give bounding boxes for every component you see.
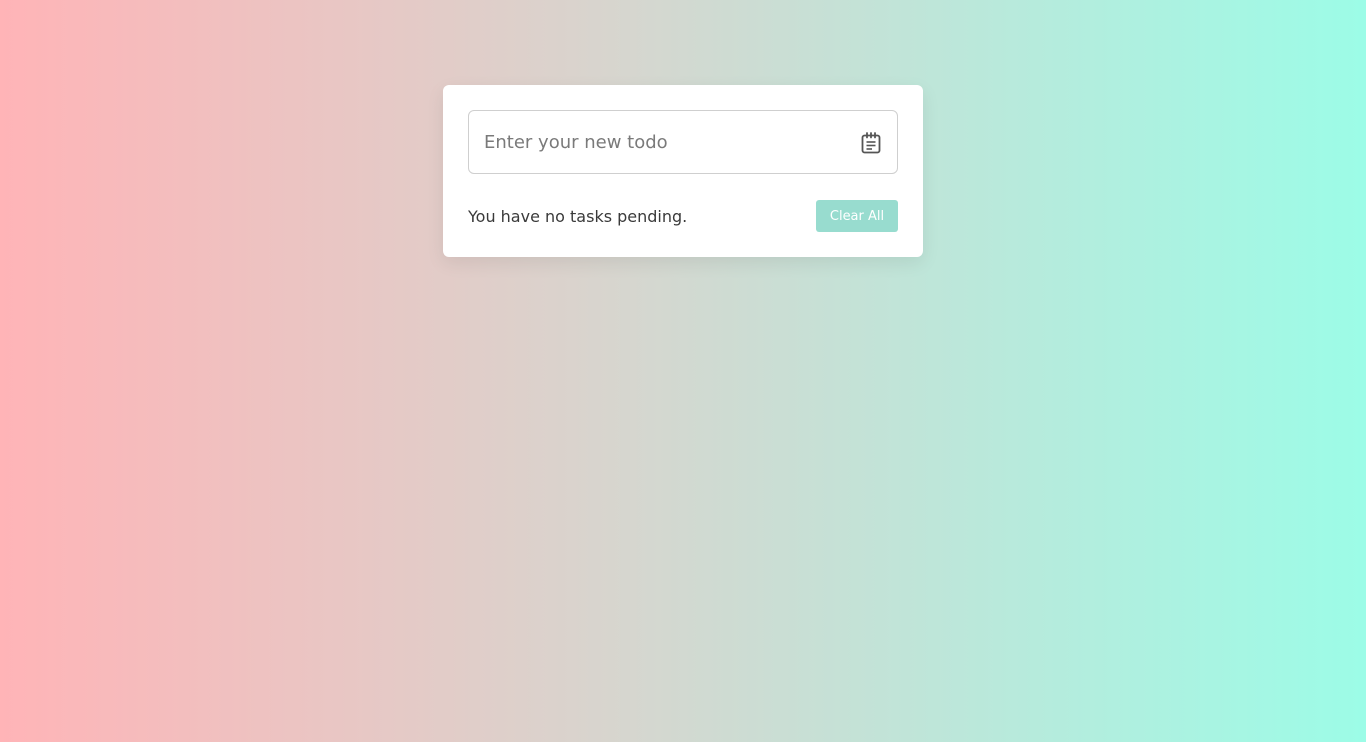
todo-input[interactable] [469, 112, 844, 172]
clear-all-button[interactable]: Clear All [816, 200, 898, 232]
pending-status-text: You have no tasks pending. [468, 206, 688, 226]
calendar-icon[interactable] [861, 132, 881, 154]
todo-card: You have no tasks pending. Clear All [443, 85, 923, 257]
todo-input-wrapper [468, 110, 898, 174]
todo-footer: You have no tasks pending. Clear All [468, 200, 898, 232]
